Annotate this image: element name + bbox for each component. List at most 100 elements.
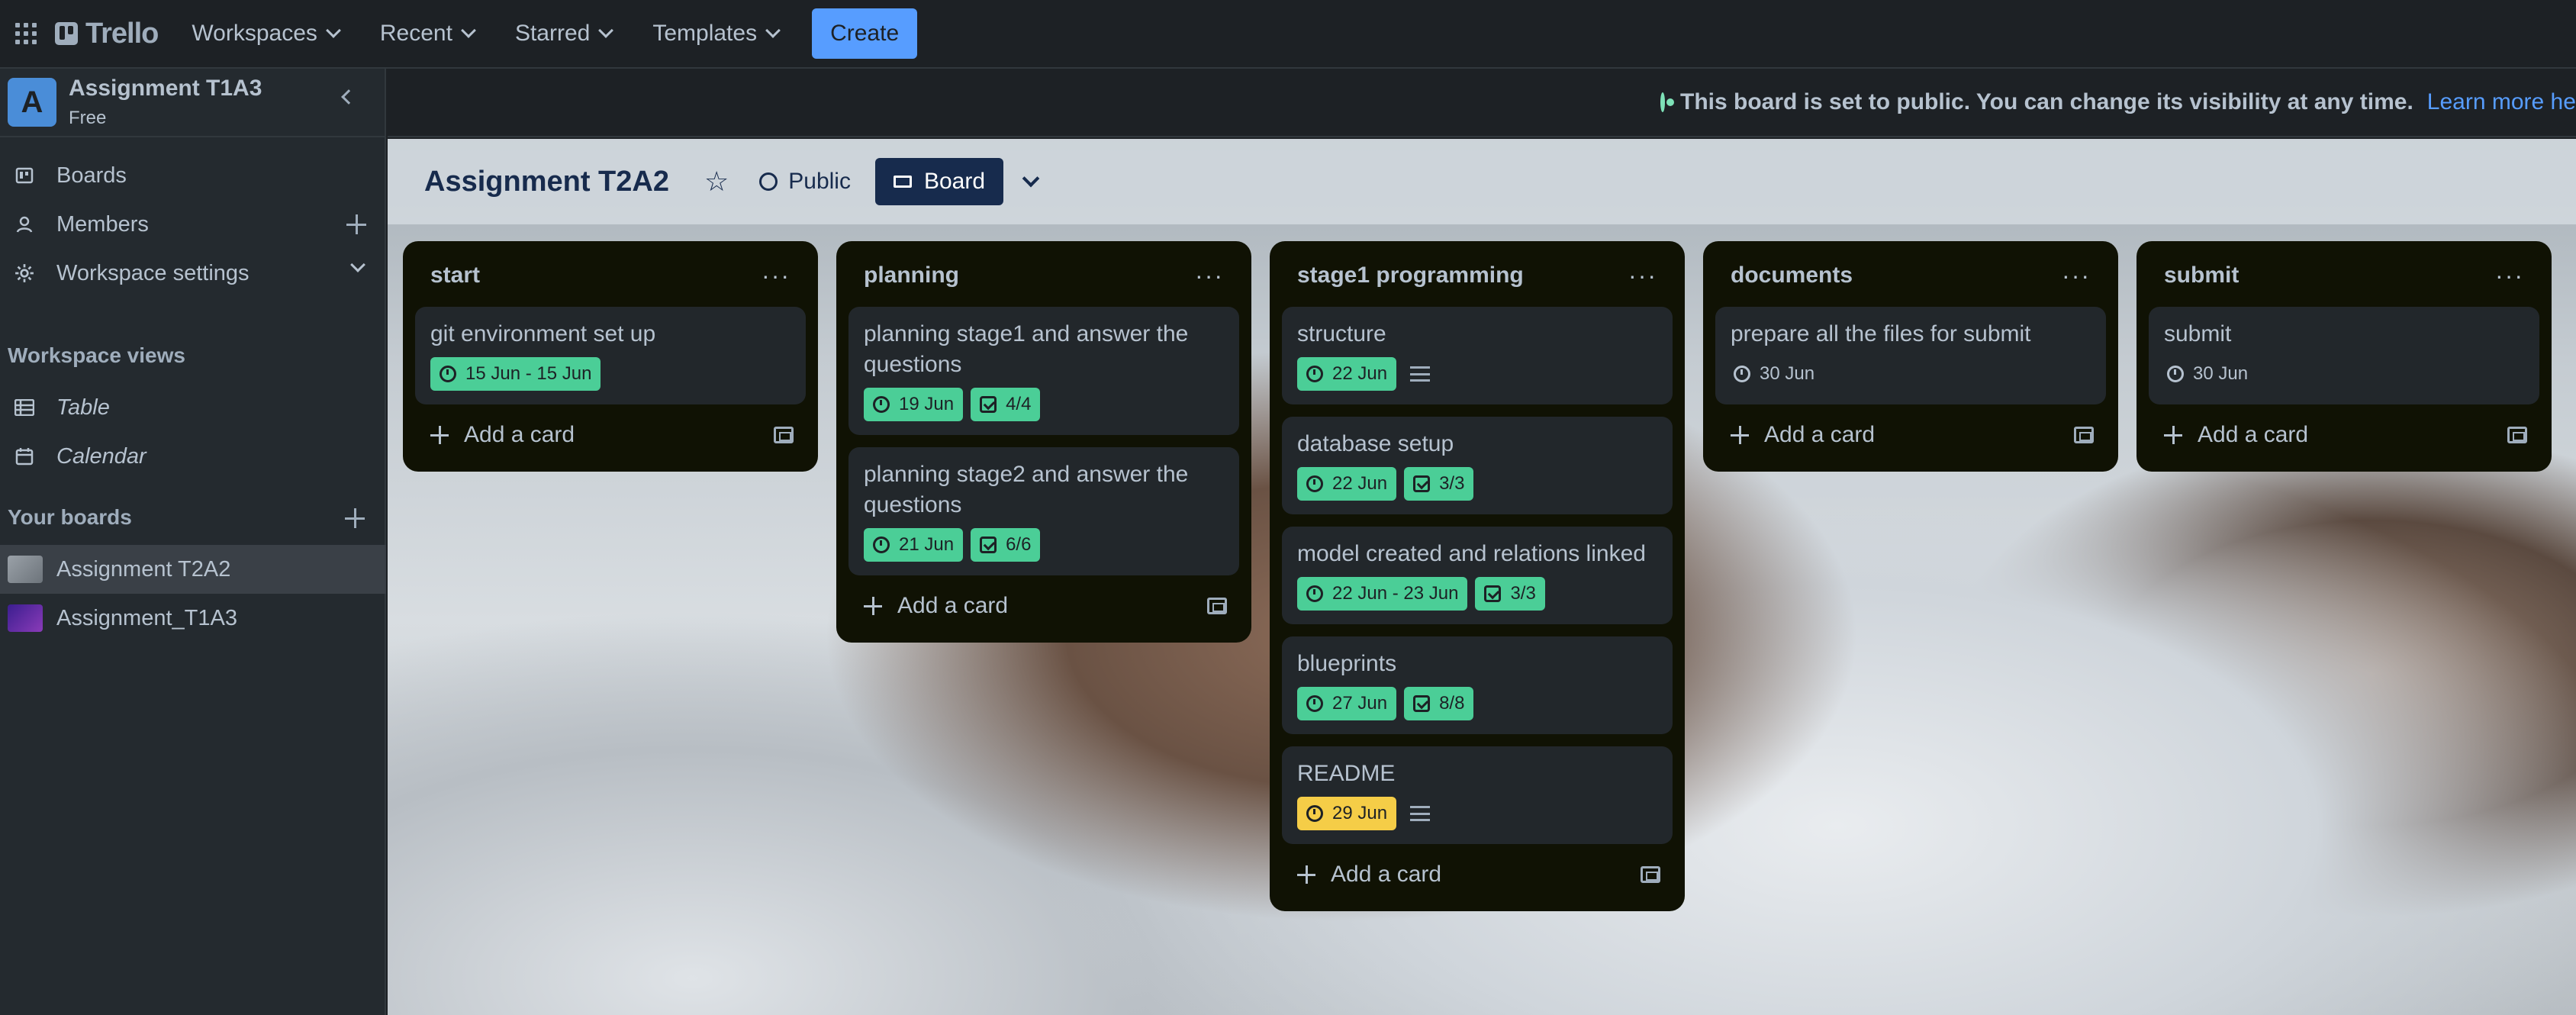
add-board-icon[interactable] — [345, 508, 365, 528]
plus-icon — [1731, 426, 1749, 444]
nav-templates-label: Templates — [652, 21, 758, 46]
due-date-badge[interactable]: 21 Jun — [864, 528, 964, 562]
add-card-button[interactable]: Add a card — [1297, 862, 1441, 888]
sidebar-item-calendar[interactable]: Calendar — [0, 432, 386, 481]
card-title: prepare all the files for submit — [1731, 321, 2031, 346]
list-menu-icon[interactable]: ··· — [762, 263, 791, 288]
due-date-badge[interactable]: 19 Jun — [864, 388, 964, 421]
list-menu-icon[interactable]: ··· — [1628, 263, 1657, 288]
card[interactable]: submit 30 Jun — [2149, 307, 2539, 404]
table-icon — [14, 397, 35, 418]
due-date-badge[interactable]: 29 Jun — [1297, 797, 1397, 830]
nav-workspaces[interactable]: Workspaces — [192, 21, 341, 47]
sidebar-board-assignment-t1a3[interactable]: Assignment_T1A3 — [0, 594, 386, 643]
due-date-badge[interactable]: 30 Jun — [2164, 357, 2257, 391]
add-card-button[interactable]: Add a card — [2164, 422, 2308, 448]
add-card-row: Add a card — [1282, 850, 1673, 899]
checklist-label: 6/6 — [1006, 534, 1032, 555]
chevron-down-icon — [765, 23, 781, 38]
card[interactable]: planning stage1 and answer the questions… — [848, 307, 1239, 435]
checklist-badge: 8/8 — [1404, 687, 1474, 720]
card-badges: 22 Jun - 23 Jun 3/3 — [1297, 577, 1657, 611]
create-from-template-icon[interactable] — [2507, 427, 2527, 443]
workspace-avatar[interactable]: A — [8, 78, 56, 127]
create-from-template-icon[interactable] — [774, 427, 794, 443]
card-title: structure — [1297, 321, 1386, 346]
workspace-plan: Free — [69, 108, 107, 128]
due-date-badge[interactable]: 30 Jun — [1731, 357, 1824, 391]
card-badges: 19 Jun 4/4 — [864, 388, 1224, 421]
list-menu-icon[interactable]: ··· — [2062, 263, 2091, 288]
sidebar-item-members[interactable]: Members — [0, 200, 386, 249]
nav-recent[interactable]: Recent — [379, 21, 476, 47]
nav-templates[interactable]: Templates — [652, 21, 781, 47]
card-title: planning stage1 and answer the questions — [864, 321, 1189, 377]
star-icon[interactable]: ☆ — [704, 166, 729, 198]
sidebar-item-table[interactable]: Table — [0, 383, 386, 432]
nav-starred[interactable]: Starred — [515, 21, 614, 47]
checklist-badge: 3/3 — [1404, 467, 1474, 501]
due-date-badge[interactable]: 22 Jun — [1297, 357, 1397, 391]
sidebar-item-label: Workspace settings — [56, 260, 250, 285]
add-card-button[interactable]: Add a card — [1731, 422, 1875, 448]
card[interactable]: model created and relations linked 22 Ju… — [1282, 527, 1673, 624]
add-member-icon[interactable] — [346, 214, 366, 234]
board-title[interactable]: Assignment T2A2 — [424, 166, 669, 198]
board-view-label: Board — [923, 169, 986, 194]
sidebar-item-workspace-settings[interactable]: Workspace settings — [0, 249, 386, 298]
create-button[interactable]: Create — [812, 8, 918, 59]
chevron-down-icon — [598, 23, 614, 38]
visibility-label: Public — [788, 169, 851, 194]
list-title[interactable]: submit — [2164, 263, 2239, 288]
app-switcher-icon[interactable] — [12, 20, 40, 47]
clock-icon — [873, 396, 890, 413]
list-menu-icon[interactable]: ··· — [2495, 263, 2524, 288]
checklist-label: 3/3 — [1439, 473, 1465, 494]
card[interactable]: structure 22 Jun — [1282, 307, 1673, 404]
create-from-template-icon[interactable] — [2074, 427, 2094, 443]
list-title[interactable]: documents — [1731, 263, 1853, 288]
sidebar-item-label: Boards — [56, 163, 127, 188]
list-menu-icon[interactable]: ··· — [1195, 263, 1224, 288]
list-title[interactable]: start — [430, 263, 480, 288]
clock-icon — [1306, 585, 1323, 602]
checklist-icon — [1413, 695, 1431, 712]
chevron-down-icon[interactable] — [1022, 169, 1040, 188]
card[interactable]: prepare all the files for submit 30 Jun — [1715, 307, 2106, 404]
learn-more-link[interactable]: Learn more here — [2427, 89, 2576, 115]
add-card-button[interactable]: Add a card — [864, 593, 1008, 619]
clock-icon — [440, 366, 456, 382]
board-view-button[interactable]: Board — [874, 158, 1004, 205]
nav-recent-label: Recent — [379, 21, 452, 46]
due-date-label: 27 Jun — [1332, 693, 1388, 714]
chevron-down-icon — [325, 23, 341, 38]
create-from-template-icon[interactable] — [1641, 866, 1660, 883]
checklist-icon — [1484, 585, 1502, 602]
workspace-name[interactable]: Assignment T1A3 — [69, 76, 262, 102]
due-date-badge[interactable]: 27 Jun — [1297, 687, 1397, 720]
card-badges: 30 Jun — [1731, 357, 2091, 391]
card[interactable]: README 29 Jun — [1282, 746, 1673, 844]
card[interactable]: blueprints 27 Jun 8/8 — [1282, 636, 1673, 734]
list-title[interactable]: planning — [864, 263, 959, 288]
due-date-badge[interactable]: 22 Jun — [1297, 467, 1397, 501]
sidebar-item-boards[interactable]: Boards — [0, 151, 386, 200]
collapse-sidebar-icon[interactable] — [341, 89, 356, 105]
list-title[interactable]: stage1 programming — [1297, 263, 1524, 288]
list-header: submit ··· — [2149, 256, 2539, 295]
card[interactable]: git environment set up 15 Jun - 15 Jun — [415, 307, 806, 404]
card[interactable]: database setup 22 Jun 3/3 — [1282, 417, 1673, 514]
due-date-badge[interactable]: 22 Jun - 23 Jun — [1297, 577, 1468, 611]
trello-logo[interactable]: Trello — [55, 18, 159, 50]
due-date-label: 22 Jun — [1332, 473, 1388, 494]
due-date-badge[interactable]: 15 Jun - 15 Jun — [430, 357, 601, 391]
add-card-button[interactable]: Add a card — [430, 422, 575, 448]
sidebar-board-assignment-t2a2[interactable]: Assignment T2A2 — [0, 545, 386, 594]
person-icon — [14, 214, 35, 235]
create-from-template-icon[interactable] — [1207, 598, 1227, 614]
visibility-button[interactable]: Public — [759, 169, 851, 195]
add-card-label: Add a card — [1331, 862, 1442, 887]
calendar-icon — [14, 446, 35, 467]
card[interactable]: planning stage2 and answer the questions… — [848, 447, 1239, 575]
list-planning: planning ··· planning stage1 and answer … — [836, 241, 1251, 643]
